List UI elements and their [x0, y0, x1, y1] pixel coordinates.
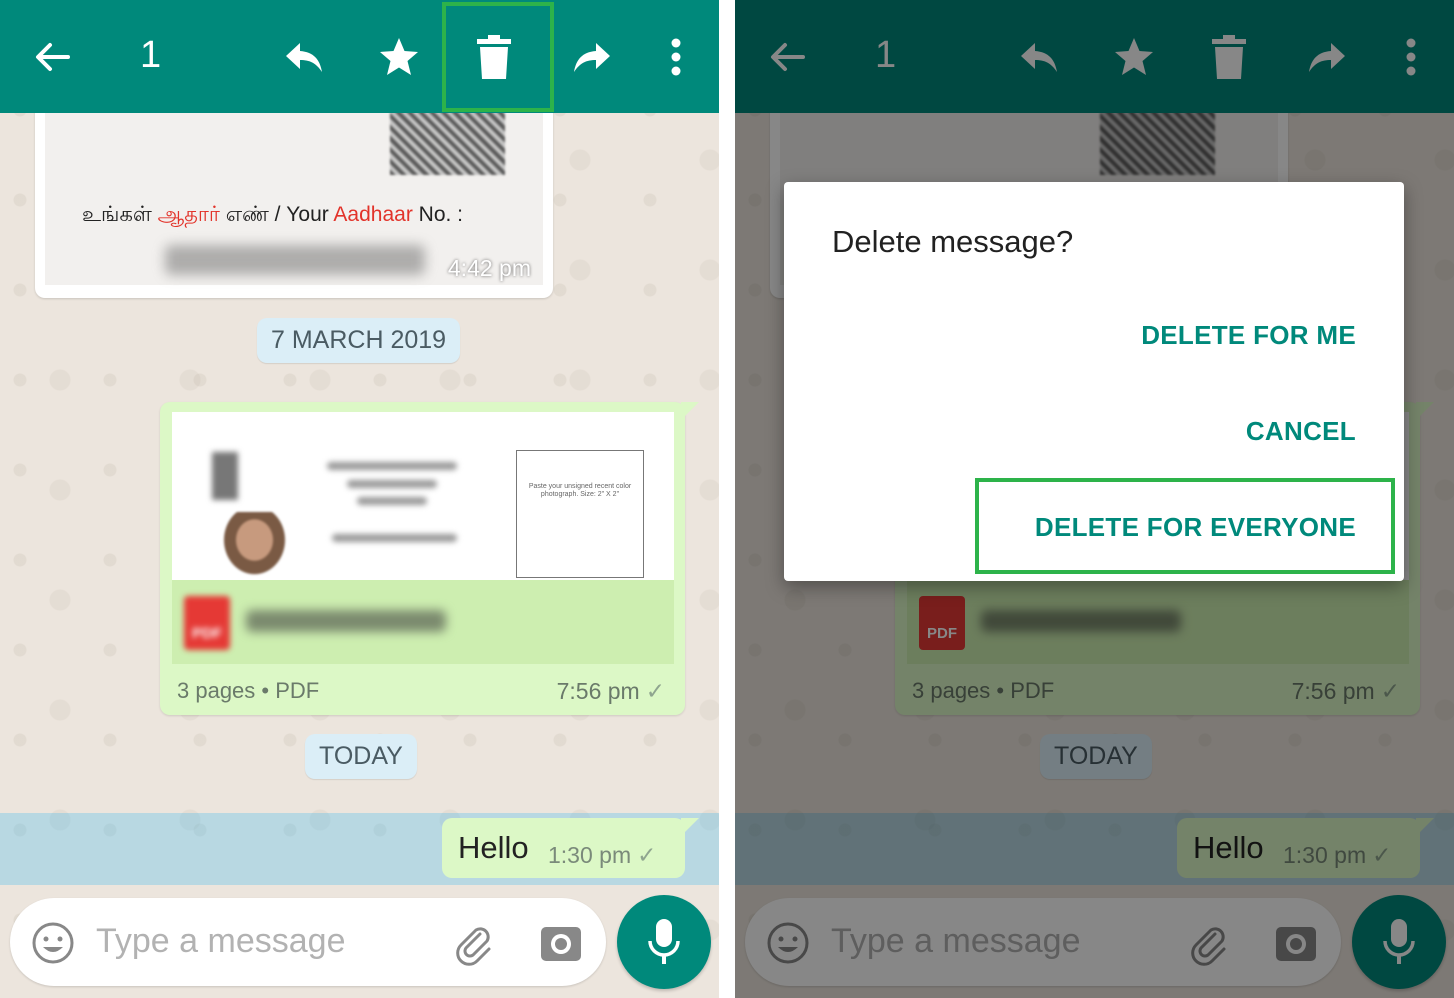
image-message[interactable]: உங்கள் ஆதார் எண் / Your Aadhaar No. : 4:… — [35, 95, 553, 298]
paperclip-icon[interactable] — [448, 918, 498, 968]
dialog-title: Delete message? — [832, 224, 1074, 259]
blurred-line — [347, 480, 437, 488]
blurred-aadhaar-number — [165, 245, 425, 275]
blurred-line — [357, 497, 427, 505]
pdf-message[interactable]: Paste your unsigned recent color photogr… — [160, 402, 699, 715]
emblem-icon — [212, 452, 238, 500]
blurred-line — [327, 462, 457, 470]
hello-message[interactable]: Hello 1:30 pm ✓ — [442, 818, 699, 878]
divider — [719, 0, 735, 998]
mic-icon — [648, 919, 680, 964]
emoji-icon[interactable] — [28, 918, 78, 968]
selection-toolbar: 1 — [0, 0, 719, 113]
date-chip: 7 MARCH 2019 — [257, 318, 461, 363]
message-time: 7:56 pm ✓ — [556, 678, 665, 704]
delete-for-me-button[interactable]: DELETE FOR ME — [1141, 320, 1356, 351]
delete-for-everyone-highlight — [975, 478, 1395, 574]
blurred-file-name — [246, 610, 446, 632]
chat-screen-selection: உங்கள் ஆதார் எண் / Your Aadhaar No. : 4:… — [0, 0, 719, 998]
message-time: 1:30 pm ✓ — [548, 842, 657, 868]
cancel-button[interactable]: CANCEL — [1246, 416, 1356, 447]
forward-icon[interactable] — [560, 22, 624, 92]
message-text: Hello — [458, 830, 529, 865]
star-icon[interactable] — [367, 22, 431, 92]
photo-placeholder-box: Paste your unsigned recent color photogr… — [516, 450, 644, 578]
arrow-back-icon[interactable] — [20, 22, 84, 92]
date-chip: TODAY — [305, 734, 417, 779]
mic-button[interactable] — [617, 895, 711, 989]
blurred-line — [332, 534, 457, 542]
pdf-meta: 3 pages • PDF — [177, 678, 320, 703]
message-input-bar — [10, 898, 606, 986]
message-input[interactable] — [96, 922, 416, 961]
pdf-icon: PDF — [184, 596, 230, 650]
chat-screen-delete-dialog: PDF 3 pages • PDF 7:56 pm ✓ TODAY Hello 1… — [735, 0, 1454, 998]
photo-thumbnail — [217, 512, 292, 580]
message-time: 4:42 pm — [447, 255, 531, 281]
read-tick-icon: ✓ — [645, 678, 665, 704]
delete-button-highlight — [442, 2, 554, 112]
selected-count: 1 — [140, 34, 162, 76]
pdf-preview: Paste your unsigned recent color photogr… — [172, 412, 674, 580]
camera-icon[interactable] — [536, 918, 586, 968]
aadhaar-caption: உங்கள் ஆதார் எண் / Your Aadhaar No. : — [82, 203, 464, 226]
read-tick-icon: ✓ — [637, 842, 657, 868]
pdf-file-row[interactable]: PDF — [172, 580, 674, 664]
delete-message-dialog: Delete message? DELETE FOR ME CANCEL DEL… — [784, 182, 1404, 581]
more-vert-icon[interactable] — [644, 22, 708, 92]
reply-icon[interactable] — [272, 22, 336, 92]
